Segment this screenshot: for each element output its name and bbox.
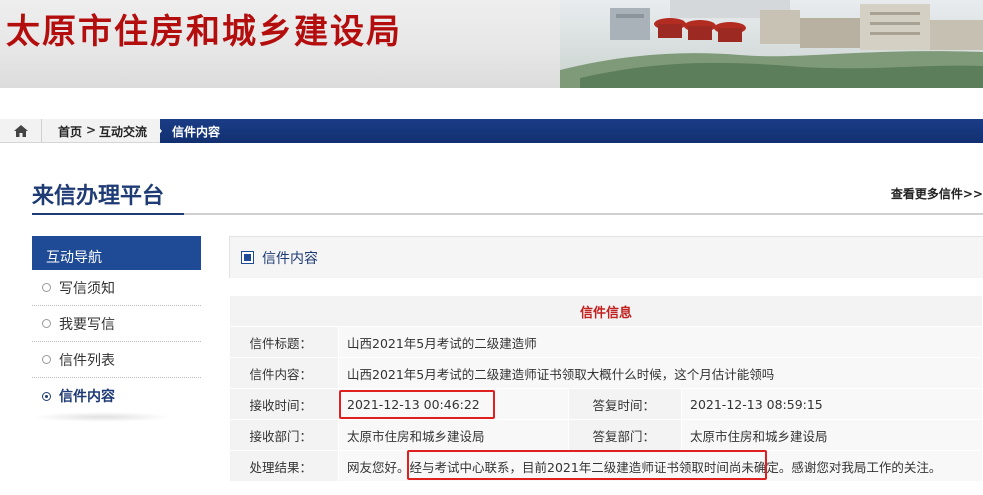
table-row: 信件标题： 山西2021年5月考试的二级建造师: [229, 326, 983, 358]
received-dept-value: 太原市住房和城乡建设局: [338, 419, 569, 451]
result-value: 网友您好。经与考试中心联系，目前2021年二级建造师证书领取时间尚未确定。感谢您…: [338, 450, 983, 482]
more-letters-link[interactable]: 查看更多信件>>: [891, 185, 983, 202]
sidebar-item-label: 信件内容: [59, 389, 115, 405]
site-title: 太原市住房和城乡建设局: [6, 12, 402, 52]
breadcrumb-home-link[interactable]: 首页: [58, 123, 82, 140]
sidebar-item-write-letter[interactable]: 我要写信: [32, 306, 201, 342]
square-bullet-icon: [241, 251, 254, 264]
sidebar-item-letter-list[interactable]: 信件列表: [32, 342, 201, 378]
circle-bullet-icon: [42, 391, 51, 401]
circle-bullet-icon: [42, 283, 51, 292]
result-label: 处理结果：: [229, 450, 339, 482]
reply-dept-value: 太原市住房和城乡建设局: [681, 419, 983, 451]
reply-dept-label: 答复部门：: [568, 419, 682, 451]
circle-bullet-icon: [42, 355, 51, 364]
panel-header: 信件内容: [229, 236, 983, 278]
title-label: 信件标题：: [229, 326, 339, 358]
received-time-label: 接收时间：: [229, 388, 339, 420]
sidebar-item-label: 我要写信: [59, 316, 115, 333]
sidebar-item-letter-content[interactable]: 信件内容: [32, 378, 201, 414]
table-row: 信件内容： 山西2021年5月考试的二级建造师证书领取大概什么时候，这个月估计能…: [229, 357, 983, 389]
breadcrumb: 首页 > 互动交流 信件内容: [0, 119, 983, 143]
panel-title: 信件内容: [262, 250, 318, 267]
sidebar-heading: 互动导航: [32, 236, 201, 270]
breadcrumb-current: 信件内容: [172, 125, 221, 139]
sidebar-item-label: 写信须知: [59, 280, 115, 297]
site-banner: 太原市住房和城乡建设局: [0, 0, 983, 88]
sidebar-item-label: 信件列表: [59, 352, 115, 369]
breadcrumb-current-background: [160, 119, 983, 143]
reply-time-label: 答复时间：: [568, 388, 682, 420]
home-icon: [13, 125, 28, 137]
breadcrumb-arrow: [152, 119, 162, 143]
content-value: 山西2021年5月考试的二级建造师证书领取大概什么时候，这个月估计能领吗: [338, 357, 983, 389]
received-dept-label: 接收部门：: [229, 419, 339, 451]
table-caption: 信件信息: [229, 295, 983, 327]
page-title: 来信办理平台: [32, 184, 165, 209]
home-icon-link[interactable]: [0, 119, 42, 143]
table-row: 处理结果： 网友您好。经与考试中心联系，目前2021年二级建造师证书领取时间尚未…: [229, 450, 983, 482]
breadcrumb-section-link[interactable]: 互动交流: [99, 123, 147, 140]
title-divider: [32, 213, 983, 215]
content-label: 信件内容：: [229, 357, 339, 389]
table-caption-row: 信件信息: [229, 295, 983, 327]
city-skyline-image: [560, 0, 983, 88]
table-row: 接收时间： 2021-12-13 00:46:22 答复时间： 2021-12-…: [229, 388, 983, 420]
received-time-value: 2021-12-13 00:46:22: [338, 388, 569, 420]
reply-time-value: 2021-12-13 08:59:15: [681, 388, 983, 420]
sidebar-item-writing-guide[interactable]: 写信须知: [32, 270, 201, 306]
breadcrumb-separator: >: [86, 123, 97, 137]
sidebar-shadow: [32, 412, 172, 422]
table-row: 接收部门： 太原市住房和城乡建设局 答复部门： 太原市住房和城乡建设局: [229, 419, 983, 451]
title-value: 山西2021年5月考试的二级建造师: [338, 326, 983, 358]
circle-bullet-icon: [42, 319, 51, 328]
letter-info-table: 信件信息 信件标题： 山西2021年5月考试的二级建造师 信件内容： 山西202…: [229, 295, 983, 482]
